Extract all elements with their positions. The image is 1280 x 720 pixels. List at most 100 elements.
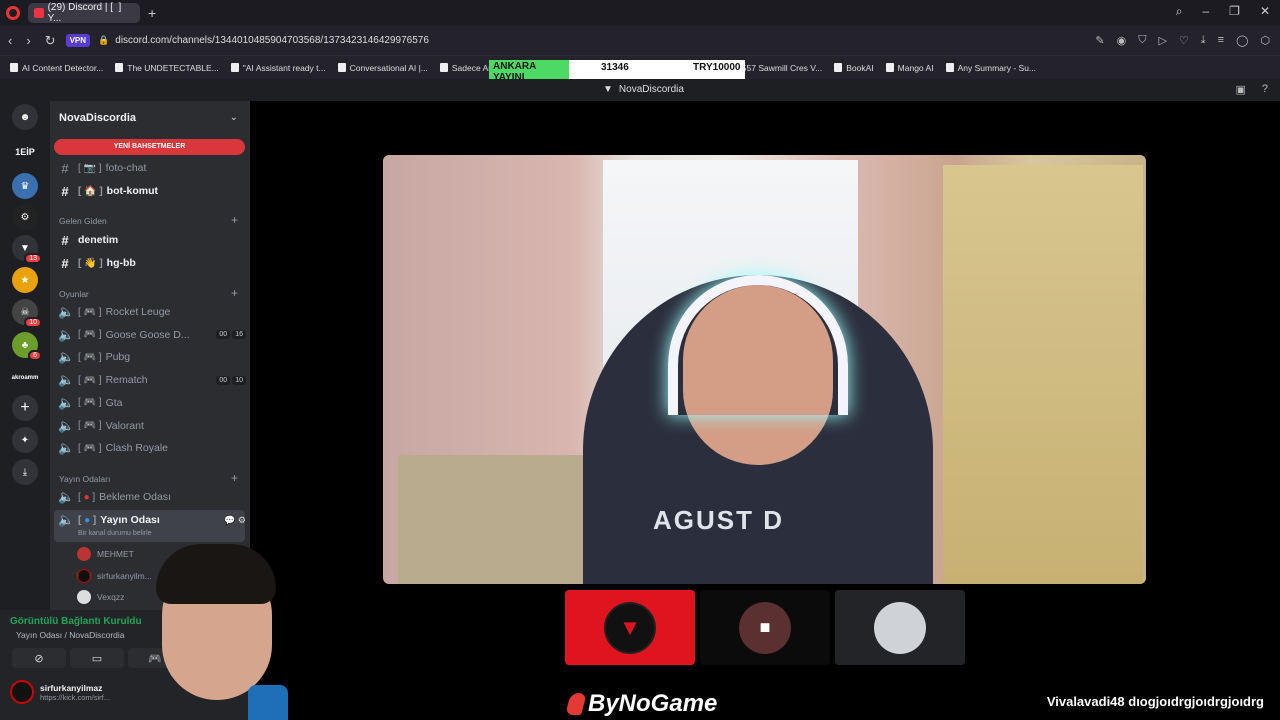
discord-home-icon[interactable]: ☻ — [12, 104, 38, 130]
voice-channel[interactable]: 🔈[ 🎮 ] Rocket Leuge — [58, 302, 246, 322]
add-channel-icon[interactable]: + — [231, 213, 238, 227]
heart-icon[interactable]: ♡ — [1179, 34, 1189, 47]
vpn-badge[interactable]: VPN — [65, 34, 91, 47]
camera-off-button[interactable]: ⊘ — [12, 648, 66, 668]
bookmark-item[interactable]: Mango AI — [885, 63, 934, 73]
hashtag-icon: # — [61, 183, 69, 199]
channel-hg-bb[interactable]: # [ 👋 ] hg-bb — [58, 253, 246, 273]
voice-channel-bekleme-odasi[interactable]: 🔈 [ ● ] Bekleme Odası — [58, 487, 246, 507]
url-field[interactable]: discord.com/channels/1344010485904703568… — [115, 35, 429, 46]
video-wardrobe — [943, 165, 1143, 584]
server-logo-icon: ▼ — [603, 84, 613, 95]
voice-channel[interactable]: 🔈[ 🎮 ] Goose Goose D... 00 16 — [58, 325, 246, 345]
channel-bracket: [ ● ] — [78, 491, 96, 503]
channel-foto-chat[interactable]: # [ 📷 ] foto-chat — [58, 158, 246, 178]
extension-icon[interactable]: ⬡ — [1260, 34, 1270, 47]
channel-denetim[interactable]: # denetim — [58, 230, 246, 250]
close-icon[interactable]: ✕ — [1260, 4, 1270, 19]
server-novadiscordia-icon[interactable]: ▼ 13 — [12, 235, 42, 264]
bookmark-item[interactable]: BookAI — [834, 63, 874, 73]
channel-actions[interactable]: 💬 ⚙ — [224, 515, 246, 526]
new-tab-icon[interactable]: + — [148, 5, 156, 21]
bookmark-item[interactable]: "AI Assistant ready t... — [230, 63, 326, 73]
page-icon — [230, 63, 239, 72]
avatar: ▼ — [604, 601, 656, 654]
shield-icon[interactable]: ⛉ — [1138, 34, 1146, 47]
explore-icon[interactable]: ✦ — [12, 427, 38, 453]
browser-tab[interactable]: (29) Discord | [ ] Y... — [28, 2, 140, 24]
bookmark-label: Conversational AI |... — [349, 62, 428, 73]
channel-bot-komut[interactable]: # [ 🏠 ] bot-komut — [58, 181, 246, 201]
voice-channel[interactable]: 🔈[ 🎮 ] Rematch 00 10 — [58, 370, 246, 390]
lock-icon[interactable]: 🔒 — [98, 35, 109, 46]
edit-icon[interactable]: ✎ — [1095, 34, 1104, 47]
participant-tile[interactable]: ▼ — [565, 590, 695, 665]
menu-icon[interactable]: ≡ — [1218, 34, 1224, 47]
back-icon[interactable]: ‹ — [8, 33, 12, 48]
voice-channel[interactable]: 🔈[ 🎮 ] Pubg — [58, 347, 246, 367]
voice-user[interactable]: MEHMET — [77, 547, 134, 561]
play-icon[interactable]: ▷ — [1158, 34, 1166, 47]
inbox-icon[interactable]: ▣ — [1235, 83, 1245, 96]
download-icon[interactable]: ⤓ — [1201, 34, 1206, 47]
minimize-icon[interactable]: – — [1202, 4, 1209, 19]
user-count: 00 10 — [216, 375, 246, 385]
page-icon — [945, 63, 954, 72]
channel-name: hg-bb — [106, 257, 136, 269]
opera-logo-icon[interactable] — [6, 6, 20, 20]
help-icon[interactable]: ? — [1262, 83, 1268, 96]
maximize-icon[interactable]: ❐ — [1229, 4, 1240, 19]
download-apps-icon[interactable]: ⤓ — [12, 459, 38, 485]
chevron-down-icon[interactable]: ⌄ — [230, 112, 238, 123]
user-panel[interactable]: sirfurkanyilmaz https://kick.com/sirf... — [10, 680, 110, 704]
add-channel-icon[interactable]: + — [231, 286, 238, 300]
server-icon[interactable]: ☠ 10 — [12, 299, 42, 328]
voice-user[interactable]: Vexqzz — [77, 590, 124, 604]
speaker-icon: 🔈 — [58, 417, 75, 433]
category-gelen-giden[interactable]: Gelen Giden — [59, 216, 107, 226]
server-akroamm[interactable]: akroamm — [10, 365, 40, 391]
voice-channel[interactable]: 🔈[ 🎮 ] Clash Royale — [58, 438, 246, 458]
search-icon[interactable]: ⌕ — [1176, 4, 1183, 19]
reload-icon[interactable]: ↻ — [45, 33, 56, 49]
category-oyunlar[interactable]: Oyunlar — [59, 289, 89, 299]
channel-bracket: [ 🎮 ] — [78, 420, 102, 431]
bookmark-label: 3557 Sawmill Cres V... — [737, 62, 823, 73]
voice-location[interactable]: Yayın Odası / NovaDiscordia — [16, 630, 125, 640]
channel-name: Rocket Leuge — [105, 306, 171, 318]
server-icon[interactable]: ♣ 6 — [12, 332, 42, 361]
speaker-icon: 🔈 — [58, 394, 75, 410]
server-icon[interactable]: ★ — [12, 267, 38, 293]
bookmark-item[interactable]: The UNDETECTABLE... — [115, 63, 219, 73]
voice-status[interactable]: Görüntülü Bağlantı Kuruldu — [10, 616, 142, 627]
guild-name[interactable]: NovaDiscordia — [59, 112, 136, 124]
camera-icon[interactable]: ◉ — [1117, 34, 1127, 47]
server-icon[interactable]: ♛ — [12, 173, 38, 199]
page-icon — [10, 63, 18, 72]
bookmark-item[interactable]: Any Summary - Su... — [945, 63, 1036, 73]
voice-channel[interactable]: 🔈[ 🎮 ] Valorant — [58, 416, 246, 436]
add-server-icon[interactable]: + — [12, 395, 38, 421]
new-mentions-pill[interactable]: YENİ BAHSETMELER — [54, 139, 245, 155]
server-icon[interactable]: ⚙ — [12, 204, 38, 230]
channel-status-hint[interactable]: Bir kanal durumu belirle — [78, 530, 152, 537]
add-channel-icon[interactable]: + — [231, 471, 238, 485]
bookmark-item[interactable]: AI Content Detector... — [10, 63, 103, 73]
forward-icon[interactable]: › — [26, 33, 30, 48]
bookmark-item[interactable]: Conversational AI |... — [337, 62, 428, 73]
participant-tile[interactable] — [835, 590, 965, 665]
participant-tile[interactable]: ■ — [700, 590, 830, 665]
profile-icon[interactable]: ◯ — [1236, 34, 1248, 47]
voice-channel[interactable]: 🔈[ 🎮 ] Gta — [58, 393, 246, 413]
notification-badge: 13 — [24, 253, 42, 264]
main-video-stream[interactable]: AGUST D — [383, 155, 1146, 584]
microphone-icon — [248, 685, 288, 720]
screen-share-button[interactable]: ▭ — [70, 648, 124, 668]
count-a: 00 — [216, 330, 231, 340]
voice-channel-yayin-odasi[interactable]: 🔈 [ ● ] Yayın Odası 💬 ⚙ — [58, 510, 246, 530]
speaker-icon: 🔈 — [58, 489, 75, 504]
speaker-icon: 🔈 — [58, 304, 75, 319]
category-yayin-odalari[interactable]: Yayın Odaları — [59, 474, 110, 484]
server-1eip[interactable]: 1EİP — [12, 139, 38, 165]
channel-bracket: [ 🎮 ] — [78, 351, 102, 363]
